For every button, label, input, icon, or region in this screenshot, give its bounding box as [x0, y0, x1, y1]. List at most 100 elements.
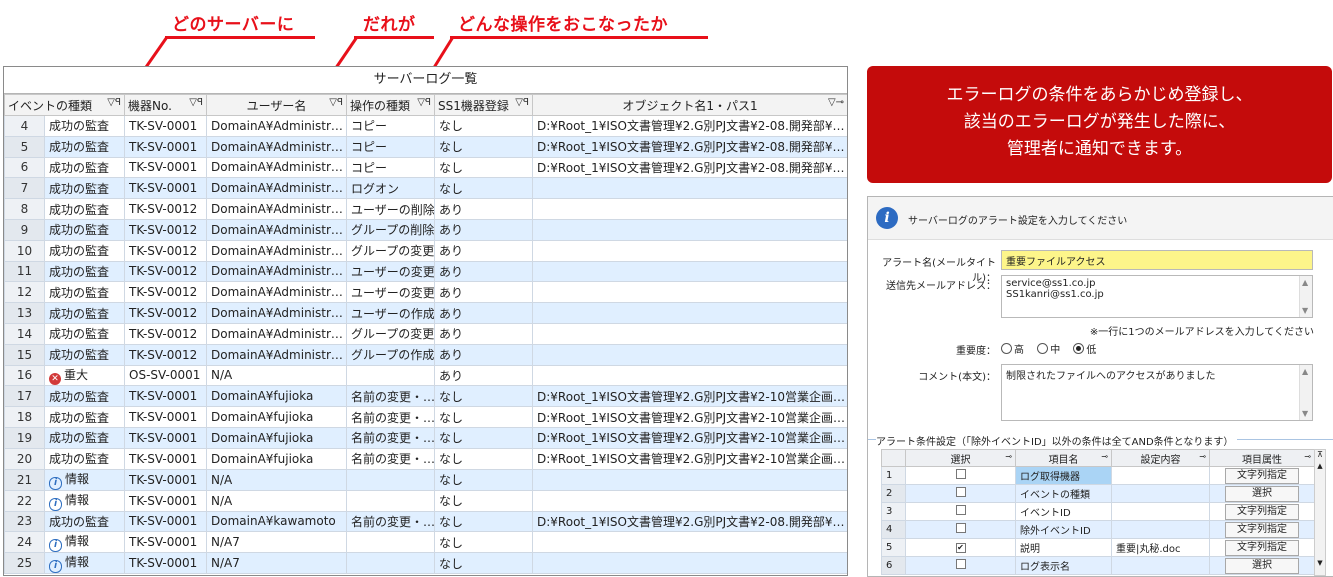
condition-select-cell[interactable]	[905, 520, 1016, 539]
condition-setting-cell[interactable]	[1111, 484, 1210, 503]
condition-setting-cell[interactable]	[1111, 520, 1210, 539]
attribute-button[interactable]: 文字列指定	[1225, 467, 1299, 484]
checkbox-icon[interactable]	[955, 559, 966, 569]
scroll-down-icon[interactable]: ▼	[1315, 559, 1325, 567]
event-type-cell: 成功の監査	[43, 426, 126, 449]
attribute-button[interactable]: 文字列指定	[1225, 539, 1299, 556]
condition-setting-cell[interactable]	[1111, 466, 1210, 485]
cond-col-select[interactable]: 選択 ⊸	[905, 449, 1016, 467]
importance-low-radio[interactable]: 低	[1073, 343, 1096, 356]
user-name-cell: DomainA¥Administr…	[206, 260, 348, 283]
filter-pin-icon[interactable]: ▽⊸	[828, 97, 844, 108]
checkbox-icon[interactable]	[955, 469, 966, 479]
cond-col-attribute[interactable]: 項目属性 ⊸	[1209, 449, 1315, 467]
mail-address-label: 送信先メールアドレス：	[886, 281, 996, 292]
log-row[interactable]: 20 成功の監査 TK-SV-0001 DomainA¥fujioka 名前の変更・… な…	[4, 447, 847, 470]
condition-index: 2	[881, 484, 906, 503]
condition-row[interactable]: 4 除外イベントID 文字列指定	[881, 520, 1315, 539]
log-row[interactable]: 19 成功の監査 TK-SV-0001 DomainA¥fujioka 名前の変更・… な…	[4, 426, 847, 449]
condition-select-cell[interactable]	[905, 502, 1016, 521]
log-row[interactable]: 17 成功の監査 TK-SV-0001 DomainA¥fujioka 名前の変更・… な…	[4, 385, 847, 408]
condition-setting-cell[interactable]	[1111, 556, 1210, 575]
filter-pin-icon[interactable]: ▽ꟼ	[515, 97, 529, 108]
log-row[interactable]: 18 成功の監査 TK-SV-0001 DomainA¥fujioka 名前の変更・… な…	[4, 406, 847, 428]
comment-label: コメント(本文)：	[918, 372, 996, 383]
device-no-cell: TK-SV-0012	[124, 198, 208, 220]
attribute-button[interactable]: 文字列指定	[1225, 521, 1299, 538]
log-row[interactable]: 9 成功の監査 TK-SV-0012 DomainA¥Administr… グループの削…	[4, 218, 847, 241]
log-row[interactable]: 13 成功の監査 TK-SV-0012 DomainA¥Administr… ユーザーの…	[4, 302, 847, 324]
importance-medium-radio[interactable]: 中	[1037, 343, 1060, 356]
col-header-device-no[interactable]: 機器No. ▽ꟼ	[124, 94, 208, 116]
col-header-operation[interactable]: 操作の種類 ▽ꟼ	[346, 94, 436, 116]
col-header-user-name[interactable]: ユーザー名 ▽ꟼ	[206, 94, 348, 116]
log-row[interactable]: 24 i 情報 TK-SV-0001 N/A7 なし	[4, 531, 847, 554]
condition-row[interactable]: 1 ログ取得機器 文字列指定	[881, 466, 1315, 485]
user-name-cell: DomainA¥Administr…	[206, 135, 348, 158]
attribute-button[interactable]: 文字列指定	[1225, 503, 1299, 520]
condition-select-cell[interactable]	[905, 556, 1016, 575]
condition-select-cell[interactable]	[905, 484, 1016, 503]
scroll-up-icon[interactable]: ▲	[1315, 460, 1325, 472]
log-row[interactable]: 12 成功の監査 TK-SV-0012 DomainA¥Administr… ユーザーの…	[4, 281, 847, 304]
radio-icon	[1037, 343, 1049, 354]
object-path-cell: D:¥Root_1¥ISO文書管理¥2.G別PJ文書¥2-10営業企画…	[532, 447, 847, 470]
checkbox-icon[interactable]	[955, 505, 966, 515]
filter-pin-icon[interactable]: ▽ꟼ	[107, 97, 121, 108]
log-row[interactable]: 6 成功の監査 TK-SV-0001 DomainA¥Administr… コピー なし D…	[4, 156, 847, 179]
col-header-event-type[interactable]: イベントの種類 ▽ꟼ	[4, 94, 126, 116]
event-type-cell: i 情報	[43, 489, 126, 512]
comment-textarea[interactable]: 制限されたファイルへのアクセスがありました ▲ ▼	[1001, 364, 1313, 421]
filter-pin-icon[interactable]: ▽ꟼ	[329, 97, 343, 108]
condition-row[interactable]: 3 イベントID 文字列指定	[881, 502, 1315, 521]
filter-pin-icon[interactable]: ▽ꟼ	[417, 97, 431, 108]
condition-scrollbar[interactable]: ⊼ ▲ ▼	[1314, 449, 1326, 576]
log-row[interactable]: 25 i 情報 TK-SV-0001 N/A7 なし	[4, 552, 847, 575]
scroll-top-icon[interactable]: ⊼	[1315, 450, 1325, 460]
object-path-cell: D:¥Root_1¥ISO文書管理¥2.G別PJ文書¥2-10営業企画…	[532, 426, 847, 449]
log-row[interactable]: 23 成功の監査 TK-SV-0001 DomainA¥kawamoto 名前の変更・……	[4, 510, 847, 533]
event-type-cell: 成功の監査	[43, 406, 126, 428]
log-row[interactable]: 14 成功の監査 TK-SV-0012 DomainA¥Administr… グループの…	[4, 322, 847, 345]
importance-high-radio[interactable]: 高	[1001, 343, 1024, 356]
alert-name-input[interactable]: 重要ファイルアクセス	[1001, 250, 1313, 270]
log-row[interactable]: 5 成功の監査 TK-SV-0001 DomainA¥Administr… コピー なし D…	[4, 135, 847, 158]
log-row[interactable]: 15 成功の監査 TK-SV-0012 DomainA¥Administr… グループの…	[4, 343, 847, 366]
log-row[interactable]: 21 i 情報 TK-SV-0001 N/A なし	[4, 468, 847, 491]
checkbox-icon[interactable]	[955, 523, 966, 533]
condition-setting-cell[interactable]	[1111, 502, 1210, 521]
condition-row[interactable]: 6 ログ表示名 選択	[881, 556, 1315, 575]
event-type-cell: 成功の監査	[43, 218, 126, 241]
log-row[interactable]: 10 成功の監査 TK-SV-0012 DomainA¥Administr… グループの…	[4, 239, 847, 262]
attribute-button[interactable]: 選択	[1225, 557, 1299, 574]
checkbox-checked-icon[interactable]: ✔	[955, 543, 966, 553]
col-header-object-path[interactable]: オブジェクト名1・パス1 ▽⊸	[532, 94, 847, 116]
log-row[interactable]: 16 ✕ 重大 OS-SV-0001 N/A あり	[4, 364, 847, 387]
pin-icon[interactable]: ⊸	[1304, 452, 1311, 461]
condition-row[interactable]: 2 イベントの種類 選択	[881, 484, 1315, 503]
log-row[interactable]: 4 成功の監査 TK-SV-0001 DomainA¥Administr… コピー なし D…	[4, 115, 847, 137]
cond-col-setting[interactable]: 設定内容 ⊸	[1111, 449, 1210, 467]
log-row[interactable]: 7 成功の監査 TK-SV-0001 DomainA¥Administr… ログオン なし	[4, 177, 847, 200]
log-row[interactable]: 8 成功の監査 TK-SV-0012 DomainA¥Administr… ユーザーの削…	[4, 198, 847, 220]
pin-icon[interactable]: ⊸	[1005, 452, 1012, 461]
condition-item-name: 説明	[1015, 538, 1112, 557]
filter-pin-icon[interactable]: ▽ꟼ	[189, 97, 203, 108]
condition-setting-cell[interactable]: 重要|丸秘.doc	[1111, 538, 1210, 557]
cond-col-item-name[interactable]: 項目名 ⊸	[1015, 449, 1112, 467]
condition-row[interactable]: 5 ✔ 説明 重要|丸秘.doc 文字列指定	[881, 538, 1315, 557]
comment-scrollbar[interactable]: ▲ ▼	[1299, 365, 1312, 420]
log-row[interactable]: 11 成功の監査 TK-SV-0012 DomainA¥Administr… ユーザーの…	[4, 260, 847, 283]
condition-index: 4	[881, 520, 906, 539]
condition-select-cell[interactable]	[905, 466, 1016, 485]
mail-address-textarea[interactable]: service@ss1.co.jp SS1kanri@ss1.co.jp ▲ ▼	[1001, 275, 1313, 318]
checkbox-icon[interactable]	[955, 487, 966, 497]
pin-icon[interactable]: ⊸	[1101, 452, 1108, 461]
event-type-cell: 成功の監査	[43, 198, 126, 220]
attribute-button[interactable]: 選択	[1225, 485, 1299, 502]
condition-select-cell[interactable]: ✔	[905, 538, 1016, 557]
col-header-ss1-registration[interactable]: SS1機器登録 ▽ꟼ	[434, 94, 534, 116]
mail-scrollbar[interactable]: ▲ ▼	[1299, 276, 1312, 317]
log-row[interactable]: 22 i 情報 TK-SV-0001 N/A なし	[4, 489, 847, 512]
pin-icon[interactable]: ⊸	[1199, 452, 1206, 461]
